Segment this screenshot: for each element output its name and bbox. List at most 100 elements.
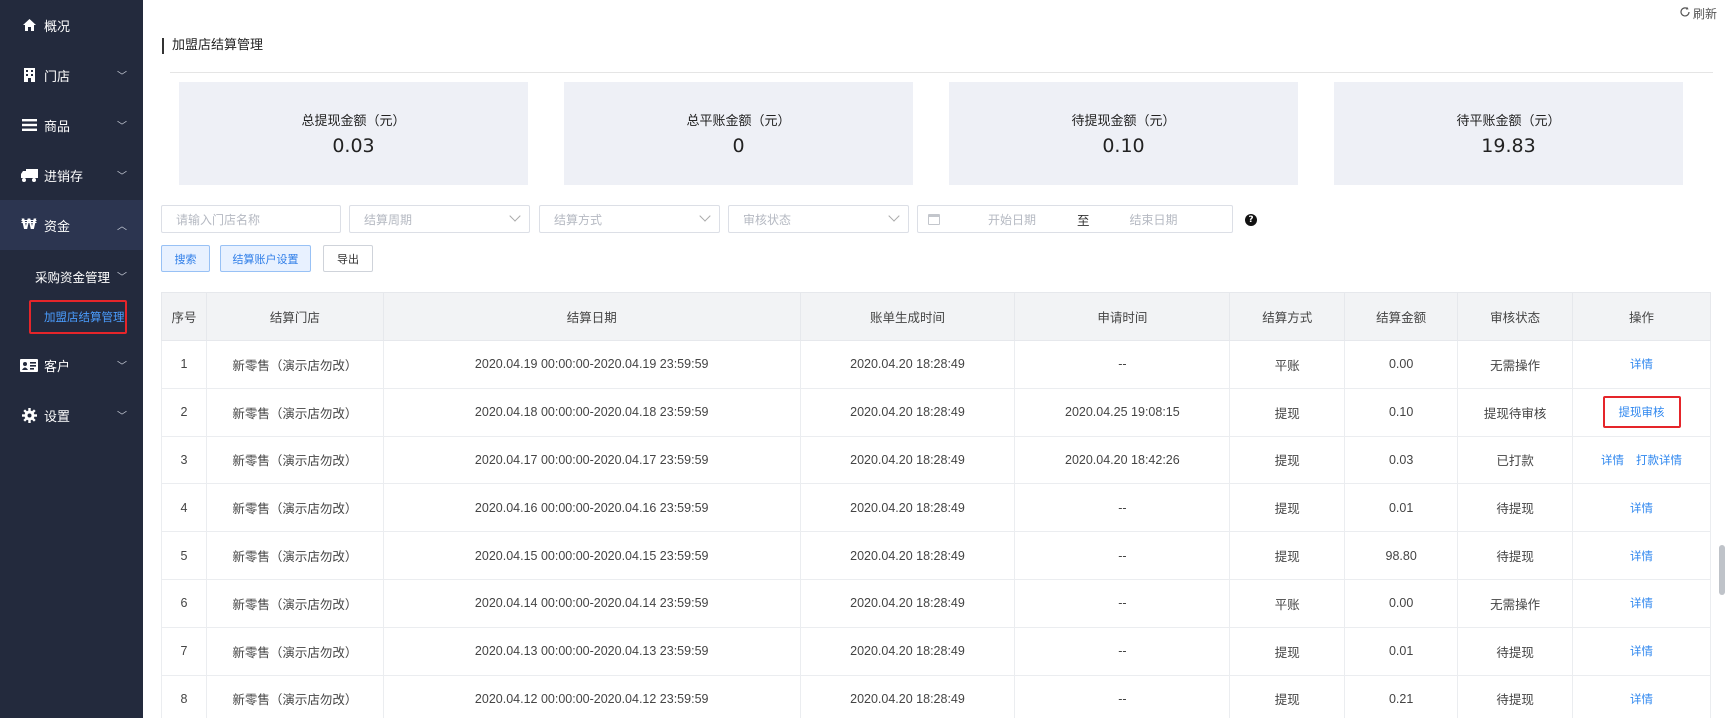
status-cell: 待提现 xyxy=(1457,627,1574,676)
operation-cell: 详情 xyxy=(1572,483,1711,533)
operation-cell: 详情 xyxy=(1572,340,1711,389)
won-icon: ₩ xyxy=(21,217,37,233)
refresh-button[interactable]: 刷新 xyxy=(1679,5,1717,22)
applied-time-cell: -- xyxy=(1014,531,1231,580)
generated-time-cell: 2020.04.20 18:28:49 xyxy=(799,531,1016,580)
search-button[interactable]: 搜索 xyxy=(161,245,210,272)
amount-cell: 0.21 xyxy=(1344,675,1459,718)
stat-value: 0.03 xyxy=(332,135,375,157)
detail-link[interactable]: 详情 xyxy=(1630,644,1653,658)
sidebar-item-overview[interactable]: 概况 xyxy=(0,0,143,50)
stat-card-pending-balance: 待平账金额（元） 19.83 xyxy=(1334,82,1683,185)
detail-link[interactable]: 详情 xyxy=(1630,501,1653,515)
table-row: 3 新零售（演示店勿改） 2020.04.17 00:00:00-2020.04.1… xyxy=(161,436,1711,485)
stat-label: 待提现金额（元） xyxy=(1071,114,1176,129)
chevron-down-icon xyxy=(888,210,900,222)
detail-link[interactable]: 详情 xyxy=(1630,549,1653,563)
row-number-cell: 8 xyxy=(161,675,207,718)
sidebar-item-settings[interactable]: 设置 ﹀ xyxy=(0,390,143,440)
period-cell: 2020.04.14 00:00:00-2020.04.14 23:59:59 xyxy=(382,579,801,628)
sidebar-item-customer[interactable]: 客户 ﹀ xyxy=(0,340,143,390)
period-cell: 2020.04.12 00:00:00-2020.04.12 23:59:59 xyxy=(382,675,801,718)
status-cell: 无需操作 xyxy=(1457,579,1574,628)
payment-detail-link[interactable]: 打款详情 xyxy=(1636,453,1682,467)
sidebar-item-goods[interactable]: 商品 ﹀ xyxy=(0,100,143,150)
sidebar-item-label: 进销存 xyxy=(44,169,84,185)
stat-card-pending-withdraw: 待提现金额（元） 0.10 xyxy=(949,82,1298,185)
column-header: 审核状态 xyxy=(1457,292,1574,341)
detail-link[interactable]: 详情 xyxy=(1630,596,1653,610)
period-cell: 2020.04.19 00:00:00-2020.04.19 23:59:59 xyxy=(382,340,801,389)
detail-link[interactable]: 详情 xyxy=(1630,692,1653,706)
home-icon xyxy=(20,16,38,34)
status-select[interactable]: 审核状态 xyxy=(728,205,909,233)
applied-time-cell: -- xyxy=(1014,579,1231,628)
generated-time-cell: 2020.04.20 18:28:49 xyxy=(799,675,1016,718)
chevron-down-icon: ﹀ xyxy=(117,361,127,373)
operation-cell: 详情 xyxy=(1572,579,1711,628)
sidebar-item-label: 客户 xyxy=(44,359,71,375)
sidebar-item-label: 概况 xyxy=(44,19,71,35)
stat-card-total-withdraw: 总提现金额（元） 0.03 xyxy=(179,82,528,185)
applied-time-cell: -- xyxy=(1014,675,1231,718)
status-cell: 待提现 xyxy=(1457,483,1574,533)
store-cell: 新零售（演示店勿改） xyxy=(205,627,384,676)
applied-time-cell: 2020.04.20 18:42:26 xyxy=(1014,436,1231,485)
chevron-down-icon xyxy=(699,210,711,222)
operation-cell: 详情 xyxy=(1572,675,1711,718)
row-number-cell: 3 xyxy=(161,436,207,485)
chevron-down-icon: ﹀ xyxy=(117,121,127,133)
sidebar-item-label: 门店 xyxy=(44,69,71,85)
generated-time-cell: 2020.04.20 18:28:49 xyxy=(799,436,1016,485)
sidebar-item-funds[interactable]: ₩ 资金 ︿ xyxy=(0,200,143,250)
account-settings-button[interactable]: 结算账户设置 xyxy=(220,245,311,272)
chevron-down-icon: ﹀ xyxy=(117,411,127,423)
status-cell: 待提现 xyxy=(1457,531,1574,580)
operation-cell: 详情 xyxy=(1572,627,1711,676)
cycle-select[interactable]: 结算周期 xyxy=(349,205,530,233)
detail-link[interactable]: 详情 xyxy=(1630,357,1653,371)
amount-cell: 0.01 xyxy=(1344,627,1459,676)
operation-cell: 详情 xyxy=(1572,531,1711,580)
chevron-down-icon: ﹀ xyxy=(117,272,127,284)
scrollbar-thumb[interactable] xyxy=(1719,545,1725,595)
detail-link[interactable]: 详情 xyxy=(1601,453,1624,467)
cycle-placeholder: 结算周期 xyxy=(364,212,413,227)
table-row: 6 新零售（演示店勿改） 2020.04.14 00:00:00-2020.04.1… xyxy=(161,579,1711,628)
store-name-input[interactable]: 请输入门店名称 xyxy=(161,205,341,233)
sidebar-item-inventory[interactable]: 进销存 ﹀ xyxy=(0,150,143,200)
start-date-input[interactable]: 开始日期 xyxy=(988,211,1036,228)
table-header-row: 序号 结算门店 结算日期 账单生成时间 申请时间 结算方式 结算金额 审核状态 … xyxy=(161,292,1711,341)
chevron-up-icon: ︿ xyxy=(117,221,127,233)
table-row: 7 新零售（演示店勿改） 2020.04.13 00:00:00-2020.04.1… xyxy=(161,627,1711,676)
status-cell: 无需操作 xyxy=(1457,340,1574,389)
generated-time-cell: 2020.04.20 18:28:49 xyxy=(799,388,1016,437)
date-range-separator: 至 xyxy=(1077,212,1090,228)
refresh-icon xyxy=(1679,6,1691,21)
list-icon xyxy=(20,116,38,134)
withdraw-review-link[interactable]: 提现审核 xyxy=(1619,405,1665,419)
amount-cell: 0.01 xyxy=(1344,483,1459,533)
help-icon[interactable]: ? xyxy=(1245,214,1257,226)
sidebar-item-store[interactable]: 门店 ﹀ xyxy=(0,50,143,100)
sidebar-subitem-purchase-funds[interactable]: 采购资金管理 ﹀ xyxy=(0,258,143,294)
column-header: 结算金额 xyxy=(1344,292,1459,341)
amount-cell: 0.00 xyxy=(1344,579,1459,628)
calendar-icon xyxy=(928,213,940,225)
export-button[interactable]: 导出 xyxy=(323,245,373,272)
end-date-input[interactable]: 结束日期 xyxy=(1130,211,1178,228)
applied-time-cell: -- xyxy=(1014,483,1231,533)
method-select[interactable]: 结算方式 xyxy=(539,205,720,233)
date-range-picker[interactable]: 开始日期 至 结束日期 xyxy=(917,205,1233,233)
method-cell: 提现 xyxy=(1229,675,1346,718)
status-cell: 待提现 xyxy=(1457,675,1574,718)
stat-card-total-balance: 总平账金额（元） 0 xyxy=(564,82,913,185)
table-row: 1 新零售（演示店勿改） 2020.04.19 00:00:00-2020.04.1… xyxy=(161,340,1711,389)
operation-cell: 详情 打款详情 xyxy=(1572,436,1711,485)
method-cell: 提现 xyxy=(1229,627,1346,676)
building-icon xyxy=(20,66,38,84)
table-row: 2 新零售（演示店勿改） 2020.04.18 00:00:00-2020.04.1… xyxy=(161,388,1711,437)
id-card-icon xyxy=(20,356,38,374)
period-cell: 2020.04.18 00:00:00-2020.04.18 23:59:59 xyxy=(382,388,801,437)
settlement-table: 序号 结算门店 结算日期 账单生成时间 申请时间 结算方式 结算金额 审核状态 … xyxy=(161,292,1711,718)
